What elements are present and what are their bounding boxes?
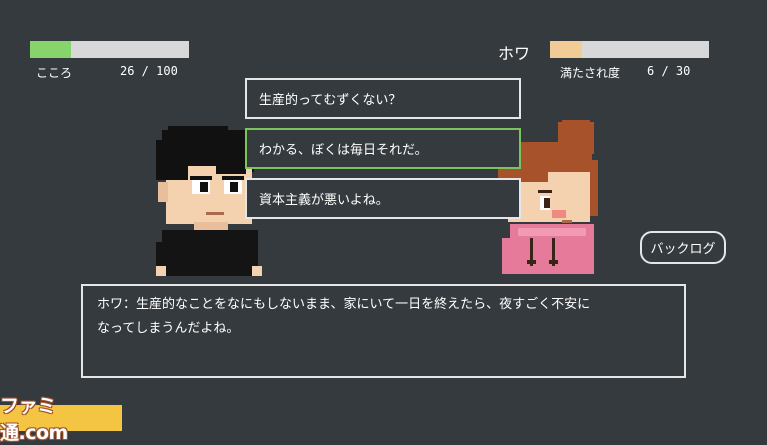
- choice-3[interactable]: 資本主義が悪いよね。: [245, 178, 521, 219]
- partner-name: ホワ: [498, 44, 531, 63]
- satisfaction-bar: [550, 41, 709, 58]
- kokoro-bar-fill: [30, 41, 72, 58]
- backlog-button-label: バックログ: [650, 242, 716, 257]
- kokoro-bar: [30, 41, 189, 58]
- dialogue-line-1: ホワ：生産的なことをなにもしないまま、家にいて一日を終えたら、夜すごく不安に: [97, 297, 591, 312]
- choice-1[interactable]: 生産的ってむずくない？: [245, 78, 521, 119]
- choice-2-text: わかる、ぼくは毎日それだ。: [259, 143, 428, 158]
- kokoro-label: こころ: [36, 66, 73, 80]
- satisfaction-label: 満たされ度: [560, 66, 621, 80]
- satisfaction-bar-fill: [550, 41, 582, 58]
- backlog-button[interactable]: バックログ: [640, 231, 726, 264]
- kokoro-value: 26 / 100: [120, 64, 178, 78]
- satisfaction-value: 6 / 30: [647, 64, 691, 78]
- famitsu-watermark: ファミ通.com: [0, 395, 122, 444]
- choice-2[interactable]: わかる、ぼくは毎日それだ。: [245, 128, 521, 169]
- choice-1-text: 生産的ってむずくない？: [259, 93, 402, 108]
- choice-3-text: 資本主義が悪いよね。: [259, 193, 389, 208]
- dialogue-box[interactable]: ホワ：生産的なことをなにもしないまま、家にいて一日を終えたら、夜すごく不安に な…: [81, 284, 686, 378]
- dialogue-line-2: なってしまうんだよね。: [97, 321, 240, 336]
